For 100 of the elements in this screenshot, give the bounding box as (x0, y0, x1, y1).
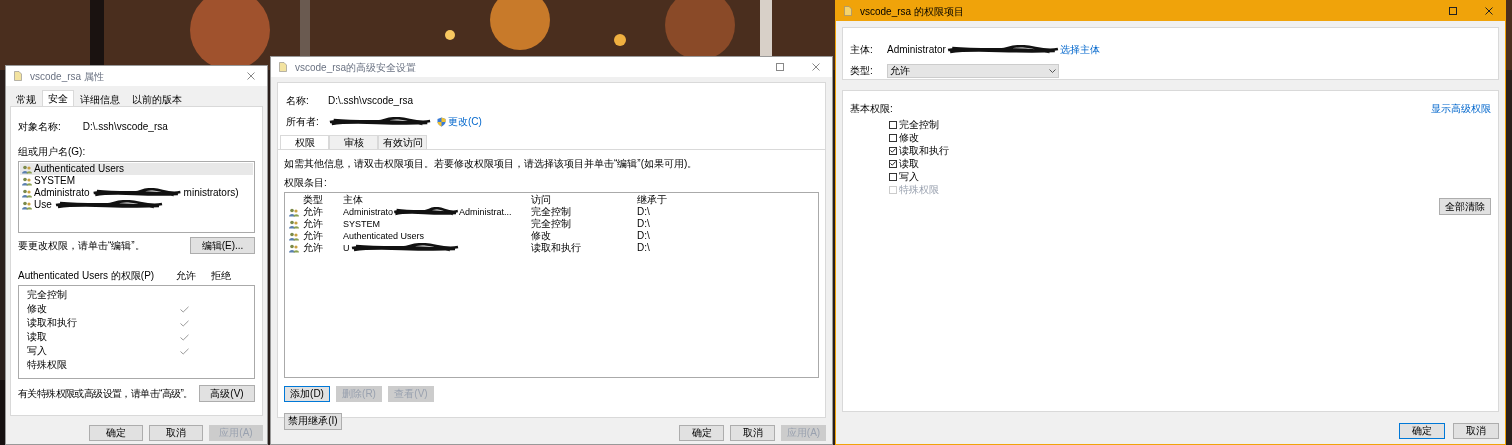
table-cell-text: 允许 (303, 219, 324, 229)
tab[interactable]: 常规 (10, 93, 42, 106)
object-name: D:\.ssh\vscode_rsa (328, 94, 414, 108)
table-cell-text: 完全控制 (531, 219, 572, 229)
dialog-button[interactable]: 取消 (730, 425, 775, 441)
table-cell: SYSTEM (343, 219, 380, 229)
table-row[interactable]: 允许 Authenticated Users 修改 D:\ (289, 230, 814, 242)
permission-name: 写入 (27, 346, 48, 356)
table-cell-text: D:\ (637, 231, 651, 241)
tab[interactable]: 审核 (329, 135, 378, 149)
table-cell-text: 允许 (303, 231, 324, 241)
users-icon (22, 176, 32, 186)
edit-hint: 要更改权限，请单击“编辑”。 (18, 239, 145, 253)
group-item[interactable]: Administrato ministrators) (20, 187, 253, 199)
table-row[interactable]: 允许 Administrato Administrat... 完全控制 D:\ (289, 206, 814, 218)
dialog-button[interactable]: 禁用继承(I) (284, 412, 342, 430)
close-icon[interactable] (812, 63, 820, 71)
tab[interactable]: 有效访问 (378, 135, 427, 149)
dialog-button[interactable]: 确定 (679, 425, 724, 441)
checkbox[interactable] (889, 159, 897, 168)
principal-name: Administrator (887, 43, 946, 57)
permission-checkbox[interactable]: 读取 (889, 157, 1491, 170)
maximize-icon[interactable] (776, 63, 784, 71)
permission-name: 修改 (27, 304, 48, 314)
advanced-hint: 有关特殊权限或高级设置，请单击“高级”。 (18, 387, 193, 401)
permissions-label: Authenticated Users 的权限(P) (18, 269, 156, 283)
users-icon (22, 200, 32, 210)
users-icon (289, 231, 299, 241)
file-icon (14, 71, 22, 81)
permission-name: 读取和执行 (27, 318, 78, 328)
table-cell-text: 允许 (303, 243, 324, 253)
permission-checkbox[interactable]: 完全控制 (889, 118, 1491, 131)
show-advanced-link[interactable]: 显示高级权限 (1431, 101, 1491, 116)
field-label: 名称: (286, 94, 310, 108)
permission-checkbox[interactable]: 读取和执行 (889, 144, 1491, 157)
permission-name: 完全控制 (27, 290, 68, 300)
type-dropdown[interactable]: 允许 (887, 63, 1059, 78)
permission-checkbox[interactable]: 修改 (889, 131, 1491, 144)
file-icon (279, 62, 287, 72)
column-header: 类型 (303, 195, 324, 205)
dialog-button[interactable]: 确定 (1399, 423, 1445, 439)
field-label: 类型: (850, 64, 874, 78)
window-title: vscode_rsa 属性 (30, 69, 105, 84)
field-label: 对象名称: (18, 120, 61, 134)
tab[interactable]: 权限 (280, 135, 329, 149)
table-row[interactable]: 允许 U 读取和执行 D:\ (289, 242, 814, 254)
table-cell: U (343, 243, 350, 253)
permission-name: 读取 (27, 332, 48, 342)
table-cell-text: D:\ (637, 207, 651, 217)
group-item[interactable]: SYSTEM (20, 175, 253, 187)
tab[interactable]: 详细信息 (74, 93, 126, 106)
group-list-label: 组或用户名(G): (18, 145, 87, 159)
group-item[interactable]: Use (20, 199, 253, 211)
table-cell-text: 允许 (303, 207, 324, 217)
field-label: 主体: (850, 43, 874, 57)
column-header: 继承于 (637, 195, 668, 205)
group-name: SYSTEM (34, 176, 76, 186)
group-item[interactable]: Authenticated Users (20, 163, 253, 175)
table-row[interactable]: 允许 SYSTEM 完全控制 D:\ (289, 218, 814, 230)
dialog-button[interactable]: 添加(D) (284, 386, 330, 402)
group-name: Administrato (34, 188, 90, 198)
field-label: 所有者: (286, 115, 320, 129)
checkbox[interactable] (889, 172, 897, 181)
file-icon (844, 6, 852, 16)
table-cell-text: 修改 (531, 231, 552, 241)
dialog-button[interactable]: 编辑(E)... (190, 237, 255, 254)
tab[interactable]: 安全 (42, 90, 74, 106)
close-icon[interactable] (247, 72, 255, 80)
entries-label: 权限条目: (284, 176, 328, 190)
table-cell: Administrato (343, 207, 394, 217)
shield-icon (437, 116, 446, 127)
checkbox[interactable] (889, 146, 897, 155)
dialog-button[interactable]: 全部清除 (1439, 198, 1491, 215)
column-header: 主体 (343, 195, 364, 205)
info-text: 如需其他信息，请双击权限项目。若要修改权限项目，请选择该项目并单击“编辑”(如果可用)。 (284, 157, 699, 171)
users-icon (289, 219, 299, 229)
window-title: vscode_rsa 的权限项目 (860, 4, 965, 19)
dialog-button[interactable]: 取消 (149, 425, 203, 441)
table-cell: Administrat... (459, 207, 512, 217)
dialog-button[interactable]: 高级(V) (199, 385, 255, 402)
dialog-button[interactable]: 确定 (89, 425, 143, 441)
object-name: D:\.ssh\vscode_rsa (82, 120, 168, 134)
users-icon (22, 164, 32, 174)
permission-checkbox[interactable]: 写入 (889, 170, 1491, 183)
group-name: ministrators) (183, 188, 239, 198)
checkbox[interactable] (889, 133, 897, 142)
table-cell-text: 完全控制 (531, 207, 572, 217)
change-owner-link[interactable]: 更改(C) (448, 114, 482, 129)
table-cell-text: D:\ (637, 219, 651, 229)
select-principal-link[interactable]: 选择主体 (1059, 42, 1100, 57)
column-header: 访问 (531, 195, 552, 205)
checkbox[interactable] (889, 120, 897, 129)
group-name: Use (34, 200, 52, 210)
tab[interactable]: 以前的版本 (126, 93, 188, 106)
dialog-button[interactable]: 取消 (1453, 423, 1499, 439)
permission-name: 特殊权限 (27, 360, 68, 370)
maximize-icon[interactable] (1449, 7, 1457, 15)
users-icon (289, 243, 299, 253)
group-name: Authenticated Users (34, 164, 125, 174)
close-icon[interactable] (1485, 7, 1493, 15)
